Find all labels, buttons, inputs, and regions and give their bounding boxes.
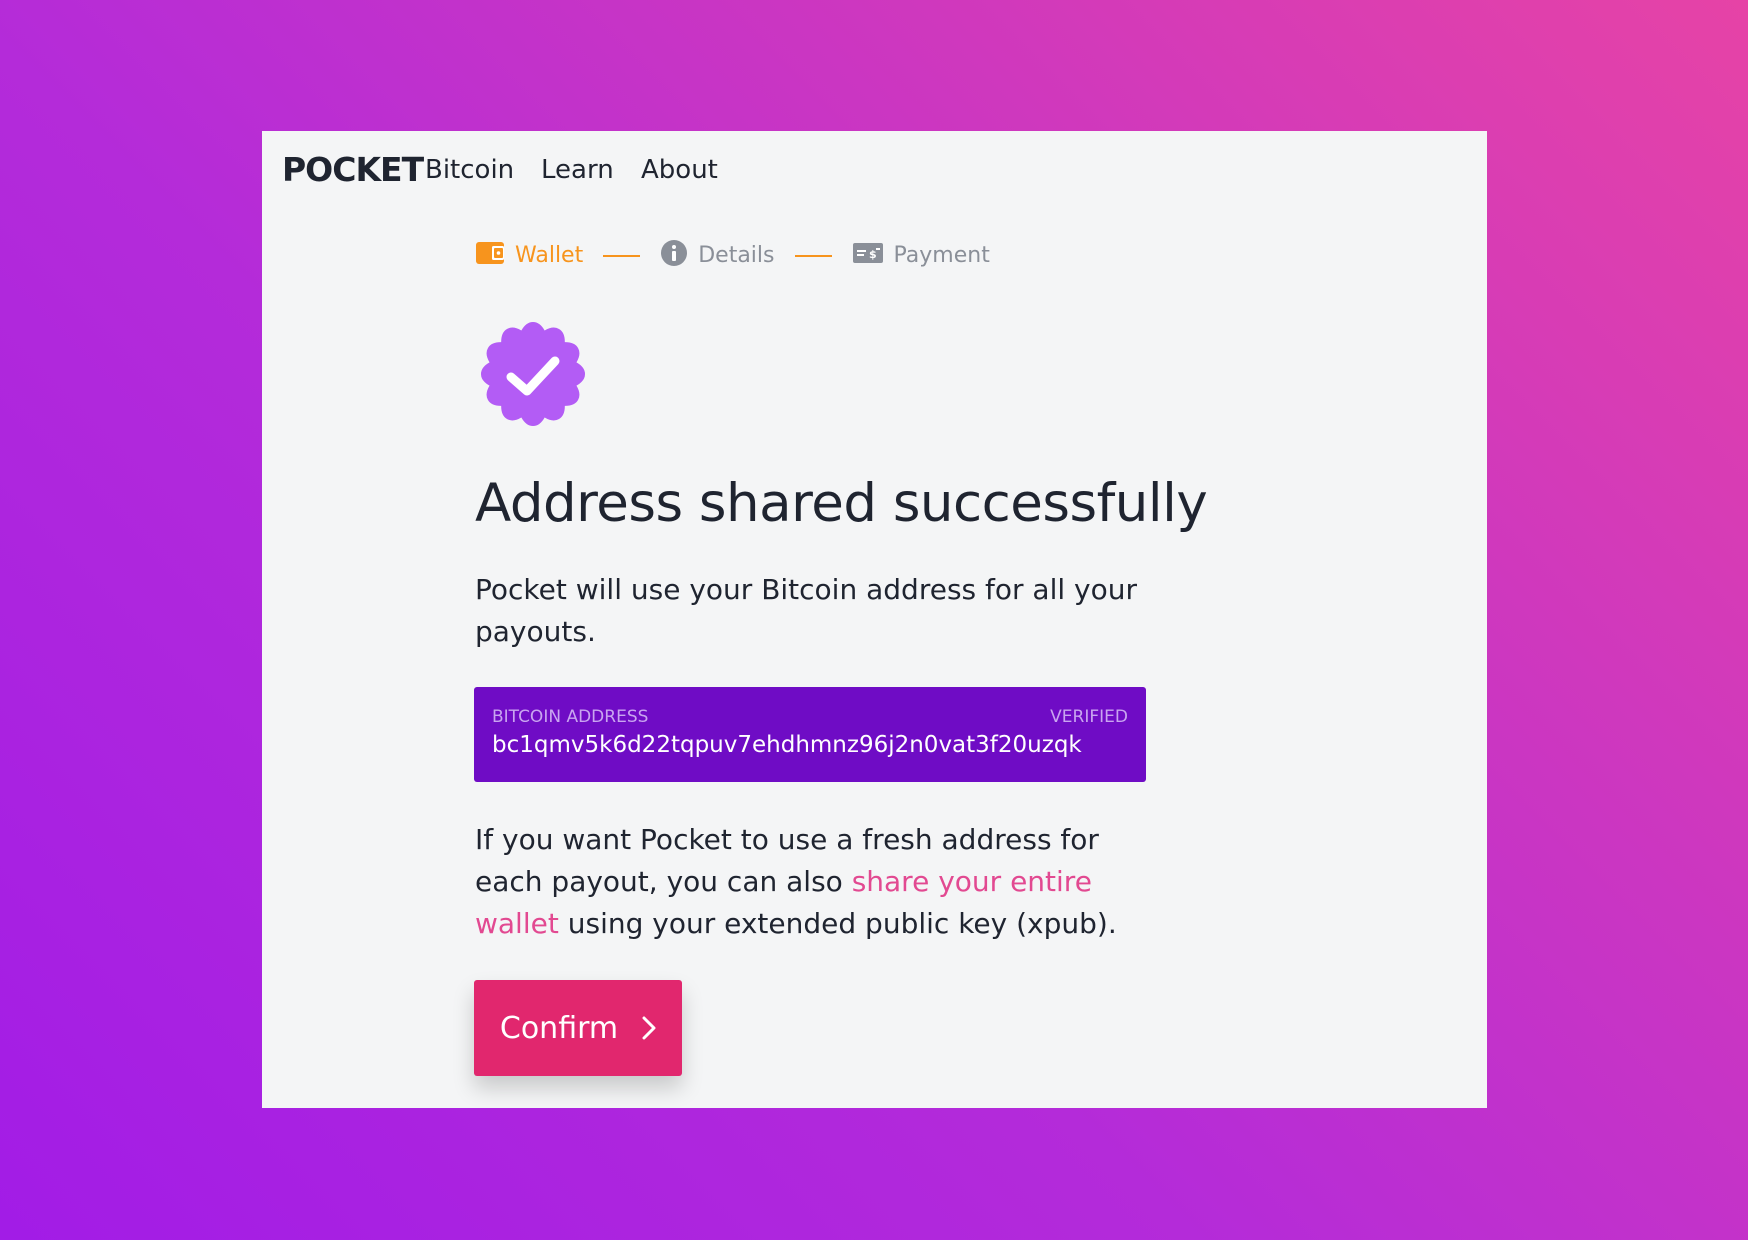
xpub-text: If you want Pocket to use a fresh addres… [475,819,1155,945]
intro-text: Pocket will use your Bitcoin address for… [475,573,1137,648]
top-navigation: POCKET Bitcoin Learn About [262,131,1487,211]
xpub-text-after: using your extended public key (xpub). [558,907,1117,940]
checkout-stepper: Wallet Details $ Payment [475,231,990,281]
confirm-button-label: Confirm [499,1010,619,1046]
step-details-label: Details [698,243,775,268]
step-connector [794,255,832,257]
step-payment: $ Payment [852,242,990,270]
bitcoin-address-value[interactable]: bc1qmv5k6d22tqpuv7ehdhmnz96j2n0vat3f20uz… [492,732,1082,758]
nav-link-about[interactable]: About [641,155,718,185]
svg-text:$: $ [869,248,877,261]
address-label: BITCOIN ADDRESS [492,707,649,727]
verified-status: VERIFIED [1050,707,1128,727]
confirm-button[interactable]: Confirm [474,980,682,1076]
payment-icon: $ [852,242,884,270]
step-wallet-label: Wallet [515,243,584,268]
step-wallet: Wallet [475,241,583,271]
page-title: Address shared successfully [475,473,1208,534]
info-icon [660,239,688,273]
bitcoin-address-card: BITCOIN ADDRESS VERIFIED bc1qmv5k6d22tqp… [474,687,1146,782]
step-payment-label: Payment [893,243,990,268]
step-details: Details [660,239,775,273]
nav-link-learn[interactable]: Learn [541,155,614,185]
chevron-right-icon [642,1016,656,1040]
app-window: POCKET Bitcoin Learn About Wallet Detail… [262,131,1487,1108]
pocket-logo[interactable]: POCKET [282,150,424,189]
verified-badge-icon [480,321,586,427]
step-connector [603,255,641,257]
nav-link-bitcoin[interactable]: Bitcoin [425,155,514,185]
wallet-icon [475,241,505,271]
